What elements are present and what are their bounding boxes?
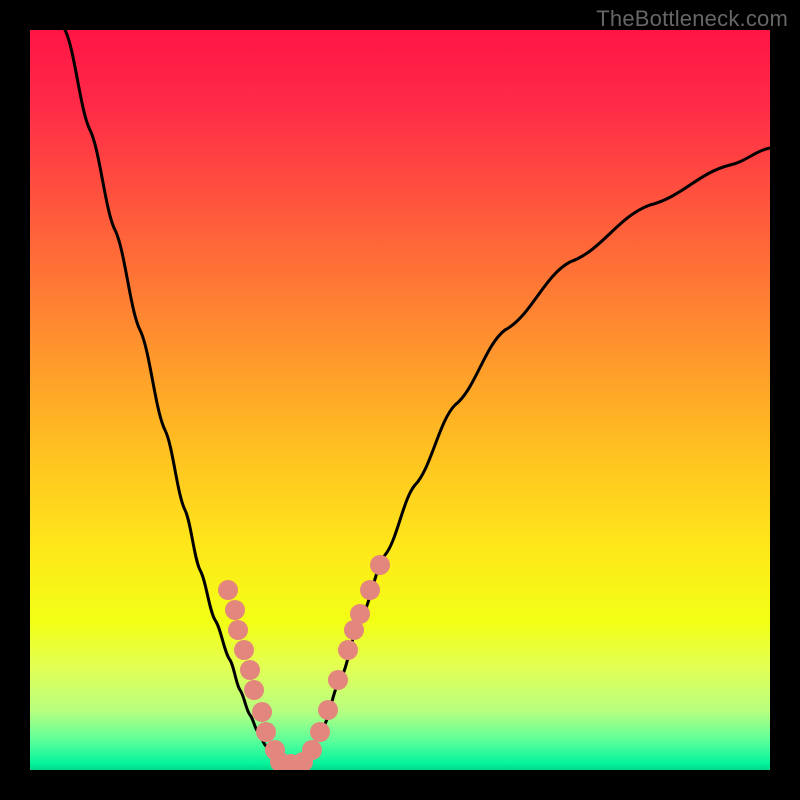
plot-area bbox=[30, 30, 770, 770]
highlight-dot bbox=[244, 680, 264, 700]
highlight-dot bbox=[360, 580, 380, 600]
highlight-dot bbox=[310, 722, 330, 742]
highlight-dot bbox=[338, 640, 358, 660]
chart-svg bbox=[30, 30, 770, 770]
highlight-dot bbox=[256, 722, 276, 742]
chart-frame: TheBottleneck.com bbox=[0, 0, 800, 800]
highlight-dot bbox=[350, 604, 370, 624]
highlight-dot bbox=[370, 555, 390, 575]
highlight-dot bbox=[252, 702, 272, 722]
highlight-dot bbox=[328, 670, 348, 690]
highlight-dot bbox=[218, 580, 238, 600]
highlight-dot bbox=[318, 700, 338, 720]
highlight-dot bbox=[302, 740, 322, 760]
curve-path bbox=[65, 30, 770, 766]
highlight-dot bbox=[228, 620, 248, 640]
watermark-text: TheBottleneck.com bbox=[596, 6, 788, 32]
highlight-dot bbox=[240, 660, 260, 680]
highlight-dot bbox=[234, 640, 254, 660]
highlight-dot bbox=[225, 600, 245, 620]
